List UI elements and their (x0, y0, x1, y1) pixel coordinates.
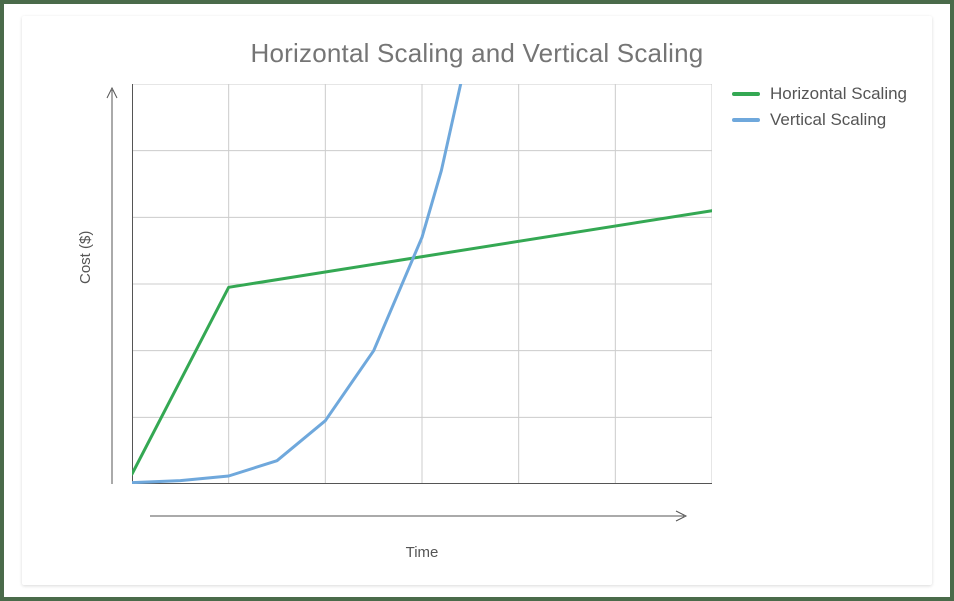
legend-label: Vertical Scaling (770, 110, 886, 130)
plot-area (132, 84, 712, 484)
chart-title: Horizontal Scaling and Vertical Scaling (22, 38, 932, 69)
legend-item: Vertical Scaling (732, 110, 907, 130)
plot-svg (132, 84, 712, 484)
legend-swatch (732, 92, 760, 96)
chart-outer-frame: Horizontal Scaling and Vertical Scaling … (0, 0, 954, 601)
legend: Horizontal Scaling Vertical Scaling (732, 84, 907, 136)
legend-swatch (732, 118, 760, 122)
x-axis-label: Time (132, 544, 712, 561)
legend-item: Horizontal Scaling (732, 84, 907, 104)
y-axis-arrow-icon (102, 84, 122, 484)
chart-card: Horizontal Scaling and Vertical Scaling … (22, 16, 932, 585)
y-axis-label: Cost ($) (77, 231, 94, 284)
x-axis-arrow-icon (150, 506, 690, 526)
legend-label: Horizontal Scaling (770, 84, 907, 104)
series-line (132, 84, 461, 483)
